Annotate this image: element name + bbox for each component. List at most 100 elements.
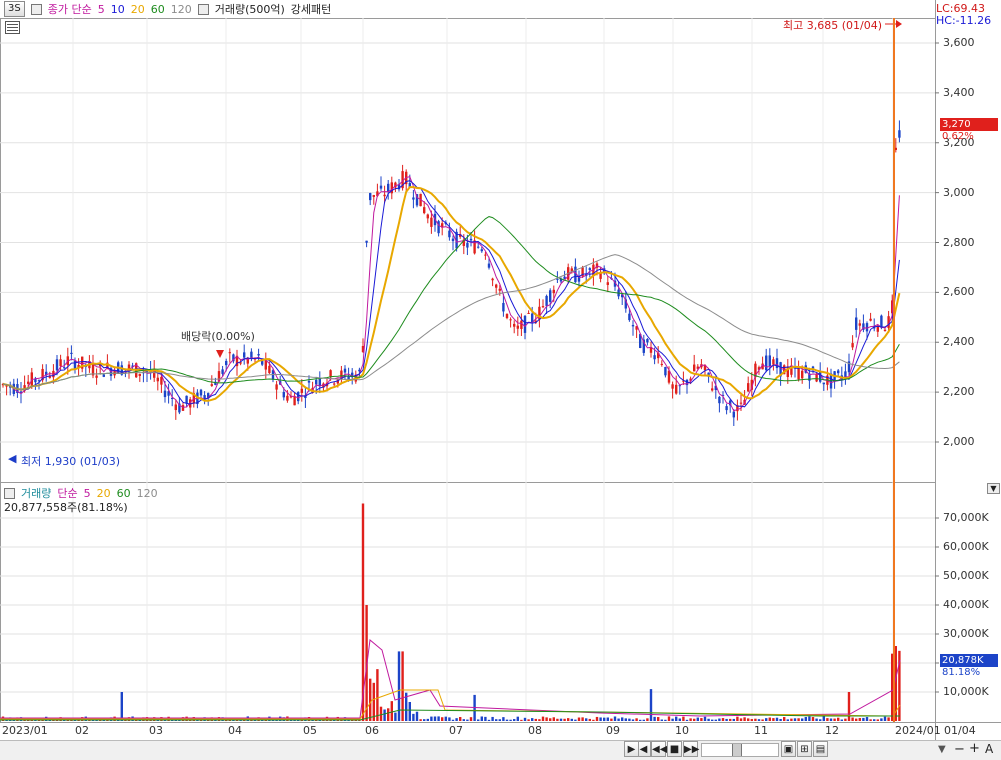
volume-bar xyxy=(441,717,444,721)
volume-bar xyxy=(487,719,491,721)
volume-bar xyxy=(646,718,649,721)
volume-bar xyxy=(797,718,800,721)
volume-bar xyxy=(469,717,473,721)
stock-chart[interactable] xyxy=(0,0,1001,759)
volume-tick-label: 40,000K xyxy=(943,598,989,611)
grid-icon[interactable]: ⊞ xyxy=(797,741,812,757)
volume-tick-label: 10,000K xyxy=(943,685,989,698)
volume-bar xyxy=(732,718,735,721)
stop-button[interactable]: ■ xyxy=(667,741,682,757)
volume-bar xyxy=(736,716,739,721)
volume-bar xyxy=(873,719,876,721)
time-axis-label: 12 xyxy=(825,724,839,737)
volume-legend-chip[interactable] xyxy=(197,3,209,15)
volume-bar xyxy=(394,712,397,721)
volume-bar xyxy=(689,718,692,721)
candle-body xyxy=(797,367,800,380)
time-axis-label: 2023/01 xyxy=(2,724,48,737)
volume-bar xyxy=(383,709,386,721)
volume-bar xyxy=(693,718,696,721)
volume-bar xyxy=(559,718,563,721)
candle-body xyxy=(379,185,383,189)
zoom-slider[interactable] xyxy=(701,743,779,757)
volume-bar xyxy=(880,718,883,721)
volume-bar xyxy=(815,718,818,721)
candle-body xyxy=(693,364,696,372)
candle-body xyxy=(599,273,602,279)
candle-body xyxy=(412,197,415,200)
scroll-down-icon[interactable]: ▼ xyxy=(938,744,946,755)
volume-bar xyxy=(685,719,689,721)
volume-bar xyxy=(822,716,825,721)
high-annotation: 최고 3,685 (01/04) xyxy=(783,19,883,32)
volume-bar xyxy=(628,718,631,721)
time-axis-label: 2024/01 xyxy=(895,724,941,737)
volume-bar xyxy=(847,692,851,721)
candle-body xyxy=(898,130,901,138)
change-pct: 0.62% xyxy=(942,131,974,142)
zoom-in-button[interactable]: + xyxy=(969,741,980,756)
volume-bar xyxy=(707,718,710,721)
volume-bar xyxy=(387,708,390,721)
ma5-label: 5 xyxy=(97,2,105,16)
volume-bar xyxy=(783,717,786,721)
volume-bar xyxy=(642,719,645,721)
volume-bar xyxy=(678,718,681,721)
volume-bar xyxy=(491,716,494,721)
volume-bar xyxy=(649,689,653,721)
candle-body xyxy=(865,323,869,332)
candle-body xyxy=(372,195,375,197)
bottom-toolbar xyxy=(0,740,1001,760)
vol-ma60-label: 60 xyxy=(116,486,131,500)
candle-body xyxy=(426,214,429,219)
volume-bar xyxy=(520,719,523,721)
volume-bar xyxy=(585,718,588,721)
candle-body xyxy=(268,365,271,374)
candle-body xyxy=(509,319,512,321)
volume-bar xyxy=(505,719,509,721)
ma10-label: 10 xyxy=(110,2,125,16)
volume-bar xyxy=(729,718,732,721)
volume-bar xyxy=(545,717,548,721)
chart-type-icon[interactable]: ▤ xyxy=(813,741,828,757)
volume-bar xyxy=(826,718,829,721)
volume-bar xyxy=(617,718,620,721)
volume-bar xyxy=(412,713,415,721)
volume-bar xyxy=(556,718,559,721)
candle-body xyxy=(772,359,775,365)
volume-bar xyxy=(552,717,555,721)
chart-header: 3S 종가 단순 5 10 20 60 120 거래량(500억) 강세패턴 xyxy=(0,0,935,18)
volume-bar xyxy=(480,716,483,721)
candle-body xyxy=(70,352,73,354)
indicator-list-icon[interactable] xyxy=(5,21,20,34)
candle-body xyxy=(747,383,750,392)
collapse-icon[interactable]: ▼ xyxy=(987,483,1000,494)
volume-bar xyxy=(401,651,404,721)
ma20-label: 20 xyxy=(130,2,145,16)
rewind-button[interactable]: ◀◀ xyxy=(651,741,667,757)
forward-button[interactable]: ▶▶ xyxy=(683,741,699,757)
scroll-right-button[interactable]: ▶ xyxy=(624,741,639,757)
volume-bar xyxy=(379,706,383,721)
volume-bar xyxy=(624,718,627,721)
volume-bar xyxy=(757,719,761,721)
candle-body xyxy=(174,404,177,411)
low-annotation: 최저 1,930 (01/03) xyxy=(21,455,121,468)
window-icon[interactable]: ▣ xyxy=(781,741,796,757)
zoom-slider-thumb[interactable] xyxy=(732,744,742,756)
candle-body xyxy=(199,389,203,396)
candle-body xyxy=(671,384,674,389)
period-button[interactable]: 3S xyxy=(4,1,25,17)
volume-bar xyxy=(865,717,869,721)
candle-body xyxy=(545,295,548,306)
legend-chip[interactable] xyxy=(30,3,42,15)
candle-body xyxy=(675,384,678,394)
volume-bar xyxy=(768,717,771,721)
time-axis-label: 07 xyxy=(449,724,463,737)
candle-body xyxy=(383,194,386,197)
candle-body xyxy=(369,193,372,201)
auto-scale-button[interactable]: A xyxy=(985,742,993,756)
zoom-out-button[interactable]: − xyxy=(954,742,965,757)
volume-chip[interactable] xyxy=(4,487,15,499)
volume-bar xyxy=(444,716,447,721)
